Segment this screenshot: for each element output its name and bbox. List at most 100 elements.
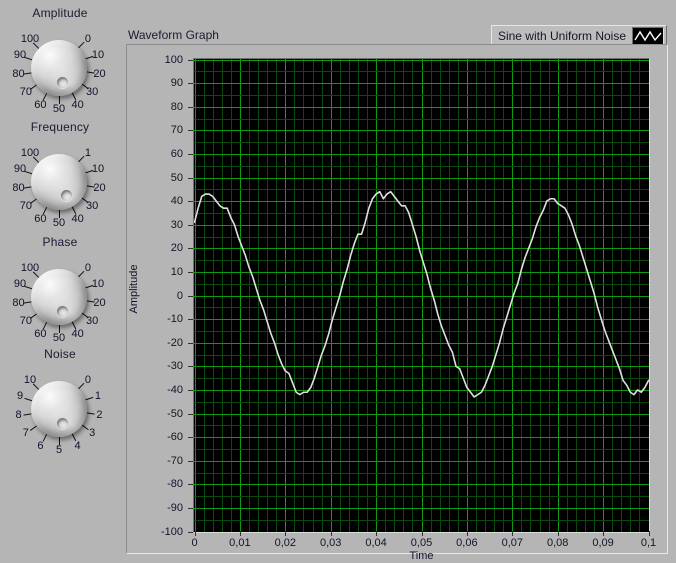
knob-phase-tick-label-7: 70	[19, 315, 32, 328]
knob-amplitude-tick-label-9: 90	[13, 49, 27, 62]
knob-phase-tick-label-8: 80	[12, 297, 25, 310]
knob-amplitude-tick-label-2: 20	[93, 68, 106, 81]
knob-phase-tick-label-9: 90	[13, 278, 27, 291]
knob-frequency-dial[interactable]	[31, 154, 87, 210]
knob-phase-tick-label-0: 0	[84, 262, 92, 274]
knob-amplitude-tick-label-10: 100	[20, 33, 40, 45]
knob-phase-tick-label-4: 40	[71, 327, 84, 340]
plot-inner	[194, 59, 649, 532]
knob-noise-tick-label-4: 4	[74, 439, 81, 452]
knob-noise-dial[interactable]	[31, 381, 87, 437]
x-tick-0	[194, 531, 196, 536]
knob-frequency-tick-label-7: 70	[19, 200, 32, 213]
x-tick-label-10: 0,1	[640, 537, 657, 549]
knob-frequency-tick-label-4: 40	[71, 212, 84, 225]
knob-amplitude-pointer[interactable]	[57, 77, 68, 89]
waveform-graph-panel: Waveform Graph Sine with Uniform Noise 1…	[121, 10, 670, 562]
knob-amplitude-tick-label-5: 50	[52, 103, 66, 115]
knob-noise[interactable]: Noise 0 1 2 3 4 5 6 7 8 9 10	[0, 347, 120, 458]
x-tick-1	[239, 531, 241, 536]
x-tick-9	[603, 531, 605, 536]
knob-amplitude-tick-label-1: 10	[91, 49, 105, 62]
x-tick-10	[648, 531, 650, 536]
knob-amplitude-dial[interactable]	[31, 40, 87, 96]
x-tick-label-5: 0,05	[410, 537, 433, 549]
knob-noise-tick-label-10: 10	[23, 374, 37, 386]
knob-amplitude-title: Amplitude	[32, 6, 88, 20]
waveform-trace	[194, 190, 649, 398]
x-tick-8	[557, 531, 559, 536]
knob-amplitude[interactable]: Amplitude 0 10 20 30 40 50 60 70 80 90 100	[0, 6, 120, 117]
knob-amplitude-tick-label-8: 80	[12, 68, 25, 81]
knob-noise-tick-label-0: 0	[84, 374, 92, 386]
y-tick-label-14: -40	[167, 383, 183, 396]
knob-phase-tick-label-5: 50	[52, 332, 66, 344]
x-tick-6	[466, 531, 468, 536]
x-tick-4	[376, 531, 378, 536]
x-tick-label-9: 0,09	[592, 537, 614, 549]
knob-frequency-tick-label-10: 100	[20, 147, 40, 159]
knob-phase-tick-label-1: 10	[91, 278, 105, 291]
y-tick-label-7: 30	[170, 218, 183, 231]
knob-noise-tick-label-3: 3	[89, 427, 96, 440]
knob-noise-tick-label-5: 5	[55, 444, 63, 456]
zigzag-line-icon[interactable]	[632, 27, 664, 45]
knob-frequency-tick-label-9: 90	[13, 163, 27, 176]
knob-noise-title: Noise	[44, 347, 76, 361]
knob-noise-tick-label-7: 7	[22, 427, 29, 440]
knob-phase-dial-area[interactable]: 0 10 20 30 40 50 60 70 80 90 100	[0, 250, 120, 346]
y-tick-label-9: 10	[170, 265, 183, 278]
knob-frequency-tick-label-8: 80	[12, 182, 25, 195]
x-tick-2	[285, 531, 287, 536]
y-tick-label-10: 0	[176, 289, 183, 302]
knob-amplitude-tick-label-7: 70	[19, 86, 32, 99]
knob-frequency-tick-label-5: 50	[52, 217, 66, 229]
knob-frequency[interactable]: Frequency 1 10 20 30 40 50 60 70 80 90 100	[0, 120, 120, 231]
knob-noise-tick-label-8: 8	[15, 409, 22, 422]
x-axis-title: Time	[409, 550, 434, 562]
x-tick-label-8: 0,08	[546, 537, 569, 549]
y-tick-label-0: 100	[164, 53, 183, 66]
knob-noise-tick-label-1: 1	[94, 390, 102, 403]
x-tick-label-7: 0,07	[501, 537, 524, 549]
knob-phase-pointer[interactable]	[57, 306, 68, 318]
graph-frame: 100 90 80 70 60 50 40 30 20 10 0 -10 -20 -30 -40 -50 -60…	[126, 44, 668, 562]
knob-frequency-tick-label-0: 1	[84, 147, 92, 159]
controls-column: Amplitude 0 10 20 30 40 50 60 70 80 90 100 Frequency…	[0, 0, 120, 563]
knob-phase-tick-label-10: 100	[20, 262, 40, 274]
knob-phase-dial[interactable]	[31, 269, 87, 325]
y-tick-label-3: 70	[170, 124, 183, 137]
x-tick-label-4: 0,04	[365, 537, 387, 549]
y-tick-label-18: -80	[167, 478, 183, 491]
x-tick-label-1: 0,01	[229, 537, 251, 549]
graph-title: Waveform Graph	[128, 28, 219, 42]
knob-phase-tick-label-2: 20	[93, 297, 106, 310]
knob-amplitude-dial-area[interactable]: 0 10 20 30 40 50 60 70 80 90 100	[0, 21, 120, 117]
knob-frequency-pointer[interactable]	[60, 189, 72, 201]
x-tick-7	[512, 531, 514, 536]
knob-noise-tick-label-9: 9	[16, 390, 24, 403]
y-tick-label-19: -90	[167, 501, 183, 514]
knob-frequency-tick-label-3: 30	[86, 200, 99, 213]
knob-frequency-dial-area[interactable]: 1 10 20 30 40 50 60 70 80 90 100	[0, 135, 120, 231]
knob-noise-pointer[interactable]	[57, 418, 68, 430]
knob-noise-tick-label-6: 6	[37, 439, 44, 452]
knob-amplitude-tick-label-3: 30	[86, 86, 99, 99]
x-tick-label-3: 0,03	[319, 537, 342, 549]
y-tick-label-17: -70	[167, 454, 183, 467]
y-tick-label-1: 90	[170, 77, 183, 90]
y-tick-label-12: -20	[167, 336, 183, 349]
y-tick-label-13: -30	[167, 360, 183, 373]
y-axis-title: Amplitude	[128, 264, 140, 314]
knob-phase[interactable]: Phase 0 10 20 30 40 50 60 70 80 90 100	[0, 235, 120, 346]
x-tick-label-2: 0,02	[274, 537, 297, 549]
y-tick-label-6: 40	[170, 195, 183, 208]
knob-frequency-tick-label-1: 10	[91, 163, 105, 176]
x-tick-3	[330, 531, 332, 536]
x-tick-label-0: 0	[191, 537, 198, 549]
y-tick-label-2: 80	[170, 100, 183, 113]
knob-noise-dial-area[interactable]: 0 1 2 3 4 5 6 7 8 9 10	[0, 362, 120, 458]
plot-area[interactable]	[193, 58, 650, 533]
labview-front-panel: Amplitude 0 10 20 30 40 50 60 70 80 90 100 Frequency…	[0, 0, 676, 563]
knob-phase-tick-label-6: 60	[34, 327, 47, 340]
